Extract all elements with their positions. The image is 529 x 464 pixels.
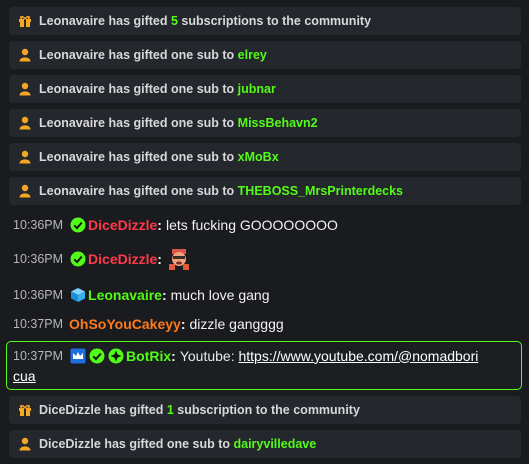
emote-icon [166, 246, 192, 272]
message-text: much love gang [170, 286, 270, 303]
chat-message: 10:37PM OhSoYouCakeyy: dizzle gangggg [13, 316, 284, 332]
bot-message-continued: cua [13, 368, 36, 384]
gift-icon [17, 13, 33, 29]
gift-notice: Leonavaire has gifted 5 subscriptions to… [9, 7, 521, 35]
username[interactable]: DiceDizzle [88, 217, 157, 233]
gifter-name[interactable]: Leonavaire [39, 14, 105, 28]
message-text: Youtube: [179, 347, 239, 364]
gift-notice: DiceDizzle has gifted 1 subscription to … [9, 396, 521, 424]
user-icon [17, 47, 33, 63]
gift-recipient[interactable]: elrey [238, 48, 267, 62]
gifter-name[interactable]: DiceDizzle [39, 437, 101, 451]
cube-badge-icon [69, 286, 86, 303]
user-icon [17, 436, 33, 452]
gift-recipient[interactable]: jubnar [238, 82, 276, 96]
timestamp: 10:36PM [13, 287, 64, 302]
user-icon [17, 115, 33, 131]
gift-recipient[interactable]: xMoBx [238, 150, 279, 164]
timestamp: 10:36PM [13, 217, 64, 232]
gift-notice: Leonavaire has gifted one sub to xMoBx [9, 143, 521, 171]
verified-badge-icon [88, 347, 105, 364]
gifter-name[interactable]: Leonavaire [39, 48, 105, 62]
verified-badge-icon [69, 251, 86, 268]
timestamp: 10:37PM [13, 348, 64, 363]
gifter-name[interactable]: Leonavaire [39, 82, 105, 96]
bot-message: 10:37PM BotRix: Youtube: https://www.you… [13, 347, 479, 364]
verified-badge-icon [69, 216, 86, 233]
message-text: lets fucking GOOOOOOOO [165, 216, 338, 233]
gift-recipient[interactable]: dairyvilledave [234, 437, 317, 451]
gift-notice: Leonavaire has gifted one sub to MissBeh… [9, 109, 521, 137]
youtube-link-continued[interactable]: cua [13, 368, 36, 384]
gift-recipient[interactable]: MissBehavn2 [238, 116, 318, 130]
timestamp: 10:37PM [13, 317, 64, 331]
gift-count: 5 [171, 14, 178, 28]
chat-message: 10:36PM DiceDizzle: lets fucking GOOOOOO… [13, 216, 338, 233]
user-icon [17, 183, 33, 199]
gifter-name[interactable]: Leonavaire [39, 184, 105, 198]
youtube-link[interactable]: https://www.youtube.com/@nomadbori [238, 348, 478, 364]
username[interactable]: DiceDizzle [88, 251, 157, 267]
gifter-name[interactable]: Leonavaire [39, 116, 105, 130]
gifter-name[interactable]: DiceDizzle [39, 403, 101, 417]
username[interactable]: Leonavaire [88, 287, 162, 303]
message-text: dizzle gangggg [189, 316, 284, 332]
chat-message: 10:36PM DiceDizzle: [13, 246, 521, 272]
bot-badge-icon [107, 347, 124, 364]
gift-count: 1 [166, 403, 174, 417]
gift-notice: Leonavaire has gifted one sub to THEBOSS… [9, 177, 521, 205]
crown-badge-icon [69, 347, 86, 364]
gift-recipient[interactable]: THEBOSS_MrsPrinterdecks [238, 184, 403, 198]
gift-notice: Leonavaire has gifted one sub to jubnar [9, 75, 521, 103]
user-icon [17, 81, 33, 97]
gift-notice: DiceDizzle has gifted one sub to dairyvi… [9, 430, 521, 458]
gifter-name[interactable]: Leonavaire [39, 150, 105, 164]
username[interactable]: OhSoYouCakeyy [69, 316, 181, 332]
username[interactable]: BotRix [126, 348, 171, 364]
gift-icon [17, 402, 33, 418]
user-icon [17, 149, 33, 165]
gift-notice: Leonavaire has gifted one sub to elrey [9, 41, 521, 69]
chat-message: 10:36PM Leonavaire: much love gang [13, 286, 270, 303]
timestamp: 10:36PM [13, 252, 64, 266]
